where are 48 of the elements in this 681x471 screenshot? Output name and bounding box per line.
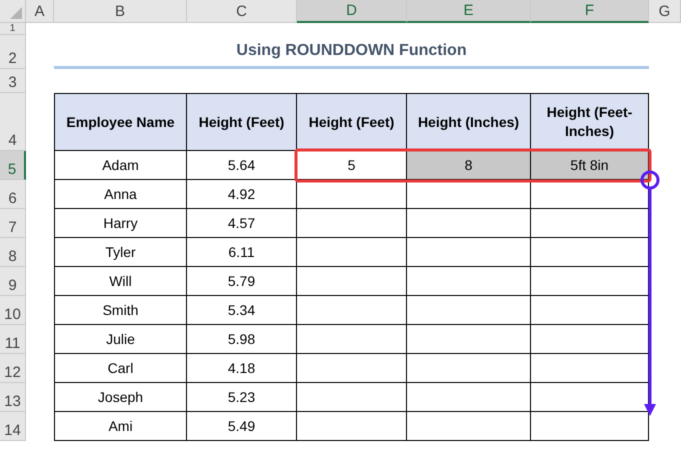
row-header[interactable]: 8 [0, 238, 26, 267]
table-header-cell: Height (Feet-Inches) [531, 93, 649, 151]
row-header[interactable]: 13 [0, 383, 26, 412]
table-cell: 8 [407, 151, 531, 180]
table-cell: 4.92 [187, 180, 297, 209]
column-header[interactable]: A [26, 0, 54, 23]
table-cell: Will [54, 267, 187, 296]
row-header[interactable]: 9 [0, 267, 26, 296]
row-header[interactable]: 3 [0, 69, 26, 93]
column-header[interactable]: F [531, 0, 649, 23]
table-cell: 5.23 [187, 383, 297, 412]
table-header-cell: Employee Name [54, 93, 187, 151]
column-header[interactable]: E [407, 0, 531, 23]
select-all-icon[interactable] [10, 7, 22, 19]
table-header-cell: Height (Feet) [187, 93, 297, 151]
row-header[interactable]: 12 [0, 354, 26, 383]
row-header[interactable]: 4 [0, 93, 26, 151]
table-cell: 6.11 [187, 238, 297, 267]
table-cell: 5ft 8in [531, 151, 649, 180]
table-cell: Adam [54, 151, 187, 180]
column-header[interactable]: C [187, 0, 297, 23]
table-cell: 5.79 [187, 267, 297, 296]
column-header[interactable]: G [649, 0, 681, 23]
table-cell: Harry [54, 209, 187, 238]
table-cell: Tyler [54, 238, 187, 267]
row-header[interactable]: 2 [0, 35, 26, 69]
column-header[interactable]: B [54, 0, 187, 23]
circle-marker [640, 170, 660, 190]
row-header[interactable]: 10 [0, 296, 26, 325]
table-header-cell: Height (Feet) [297, 93, 407, 151]
table-cell: Anna [54, 180, 187, 209]
table-cell: Carl [54, 354, 187, 383]
table-cell: Smith [54, 296, 187, 325]
row-header[interactable]: 7 [0, 209, 26, 238]
row-header[interactable]: 6 [0, 180, 26, 209]
table-cell: 5.98 [187, 325, 297, 354]
table-cell: 5.64 [187, 151, 297, 180]
table-cell: Joseph [54, 383, 187, 412]
row-header[interactable]: 1 [0, 23, 26, 35]
row-header[interactable]: 5 [0, 151, 26, 180]
table-cell: 4.18 [187, 354, 297, 383]
table-cell: Julie [54, 325, 187, 354]
table-cell: 5.34 [187, 296, 297, 325]
row-header[interactable]: 14 [0, 412, 26, 441]
table-cell: 4.57 [187, 209, 297, 238]
row-header[interactable]: 11 [0, 325, 26, 354]
column-header[interactable]: D [297, 0, 407, 23]
table-header-cell: Height (Inches) [407, 93, 531, 151]
